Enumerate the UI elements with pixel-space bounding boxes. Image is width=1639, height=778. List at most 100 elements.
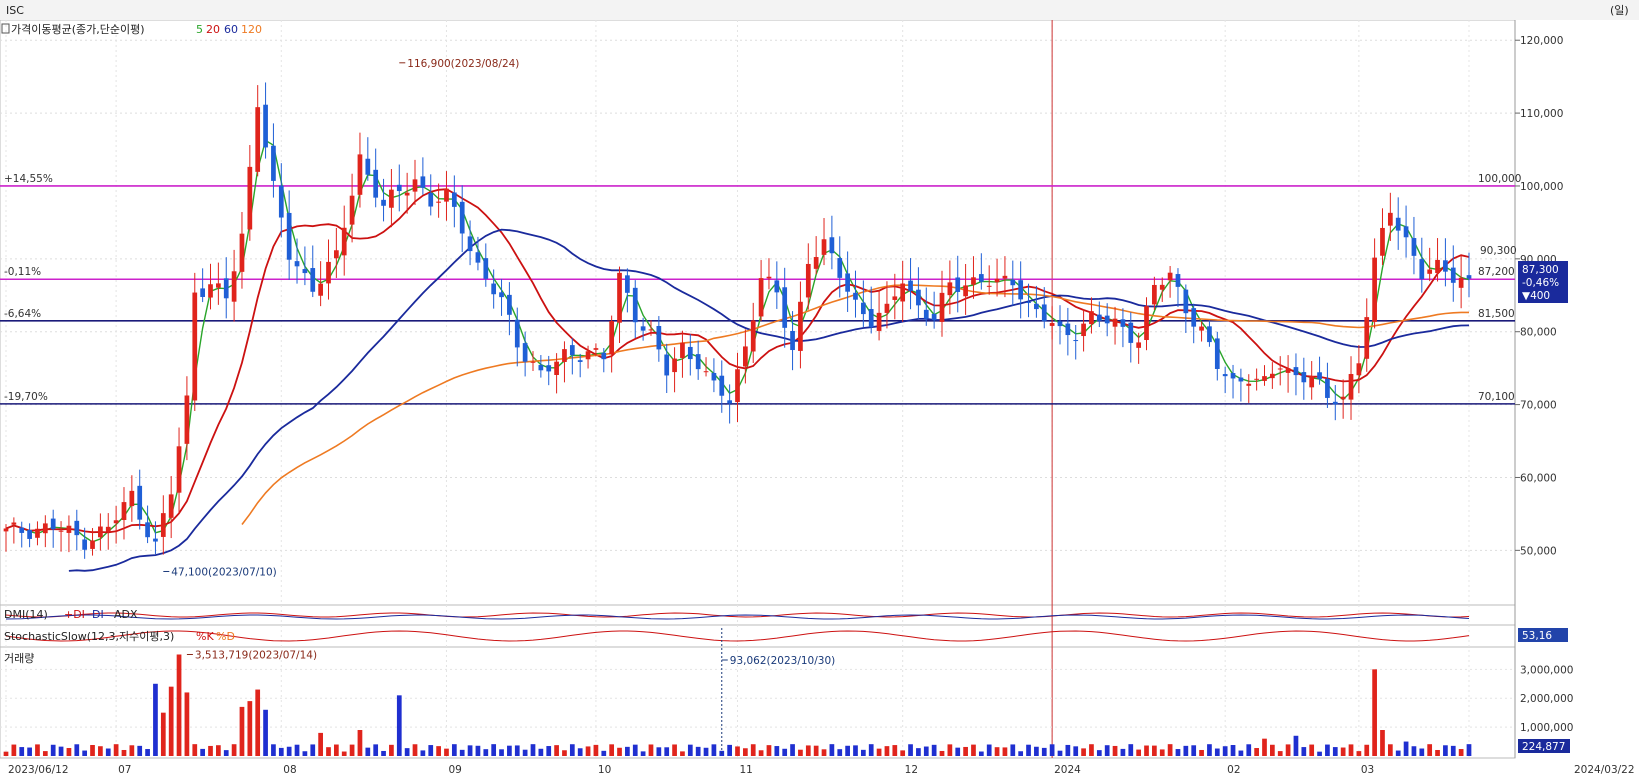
candle-body (735, 369, 740, 403)
volume-bar (632, 744, 638, 756)
candle-body (1238, 377, 1244, 382)
volume-bar (1128, 744, 1134, 756)
volume-bar (1317, 751, 1322, 756)
volume-bar (404, 748, 410, 756)
candle-body (758, 278, 764, 317)
volume-bar (986, 744, 992, 756)
volume-bar (546, 746, 552, 756)
volume-bar (341, 751, 347, 756)
candle-body (483, 258, 489, 279)
candle-body (459, 201, 465, 234)
candle-body (1010, 279, 1016, 286)
date-label: 03 (1361, 764, 1374, 776)
candle-body (302, 269, 308, 274)
candle-body (617, 272, 622, 323)
volume-bar (239, 706, 245, 756)
candle-body (451, 192, 457, 207)
candle-body (821, 239, 827, 255)
volume-bar (931, 744, 937, 756)
volume-bar (868, 744, 874, 756)
candle-body (129, 490, 135, 507)
volume-annotation-label: 3,513,719(2023/07/14) (195, 649, 317, 661)
candle-body (113, 520, 119, 524)
volume-bar (1159, 749, 1165, 756)
candle-body (389, 189, 394, 208)
volume-bar (1026, 744, 1031, 756)
date-label: 10 (598, 764, 611, 776)
volume-bar (1034, 746, 1039, 756)
candle-body (955, 277, 961, 292)
candle-body (3, 528, 9, 532)
candle-body (1301, 372, 1307, 383)
volume-bar (955, 747, 961, 756)
candle-body (931, 313, 937, 321)
volume-bar (538, 748, 544, 756)
candle-body (656, 325, 662, 350)
volume-bar (1214, 748, 1220, 756)
candle-body (868, 309, 874, 328)
volume-bar (294, 744, 300, 756)
volume-bar (428, 745, 434, 756)
reference-pct-label: -6,64% (4, 308, 41, 320)
volume-bar (1285, 744, 1291, 756)
candle-body (774, 280, 780, 293)
volume-bar (333, 744, 339, 756)
candle-body (530, 361, 536, 363)
stoch-label: StochasticSlow(12,3,지수이평,3) (4, 630, 174, 643)
price-tick-label: 50,000 (1520, 545, 1557, 557)
volume-bar (1049, 744, 1055, 756)
volume-bar (1136, 749, 1142, 756)
candle-body (1262, 376, 1267, 381)
volume-bar (129, 745, 135, 756)
volume-bar (1458, 749, 1464, 756)
candle-body (1387, 212, 1393, 226)
candle-body (475, 252, 481, 263)
volume-bar (1380, 730, 1385, 756)
volume-bar (1152, 745, 1157, 756)
reference-value-label: 100,000 (1478, 173, 1521, 185)
volume-bar (1018, 751, 1024, 756)
candle-body (640, 326, 646, 331)
candle-body (750, 320, 756, 352)
volume-bar (137, 745, 143, 756)
partial-price-label: 90,300 (1480, 245, 1517, 257)
volume-bar (1191, 745, 1197, 756)
volume-bar (1073, 746, 1079, 756)
volume-bar (1403, 741, 1409, 756)
candle-body (813, 257, 819, 269)
volume-bar (1246, 744, 1252, 756)
candle-body (1199, 326, 1204, 331)
candle-body (1144, 306, 1149, 341)
ma-legend-60: 60 (224, 23, 238, 36)
volume-bar (263, 709, 268, 756)
candle-body (1317, 372, 1322, 379)
candle-body (711, 372, 717, 381)
candle-body (58, 530, 64, 532)
candle-body (609, 321, 615, 355)
volume-bar (278, 747, 284, 756)
candle-body (1466, 275, 1472, 279)
volume-bar (829, 744, 835, 756)
volume-bar (373, 744, 379, 756)
volume-bar (444, 748, 449, 756)
volume-bar (1466, 744, 1472, 756)
volume-bar (200, 748, 205, 756)
date-label: 12 (905, 764, 918, 776)
volume-bar (1065, 744, 1071, 756)
candle-body (798, 301, 803, 351)
volume-bar (1057, 750, 1063, 756)
volume-bar (892, 745, 898, 756)
volume-bar (625, 746, 630, 756)
candle-body (1065, 323, 1071, 336)
candle-body (160, 513, 166, 537)
volume-tick-label: 2,000,000 (1520, 693, 1573, 705)
candle-body (365, 158, 371, 175)
volume-bar (900, 750, 906, 756)
volume-bar (1364, 744, 1370, 756)
volume-bar (1309, 744, 1315, 756)
volume-bar (1222, 746, 1228, 756)
candle-body (1112, 318, 1118, 327)
candle-body (672, 358, 677, 373)
candle-body (593, 348, 599, 350)
volume-bar (1443, 745, 1448, 756)
